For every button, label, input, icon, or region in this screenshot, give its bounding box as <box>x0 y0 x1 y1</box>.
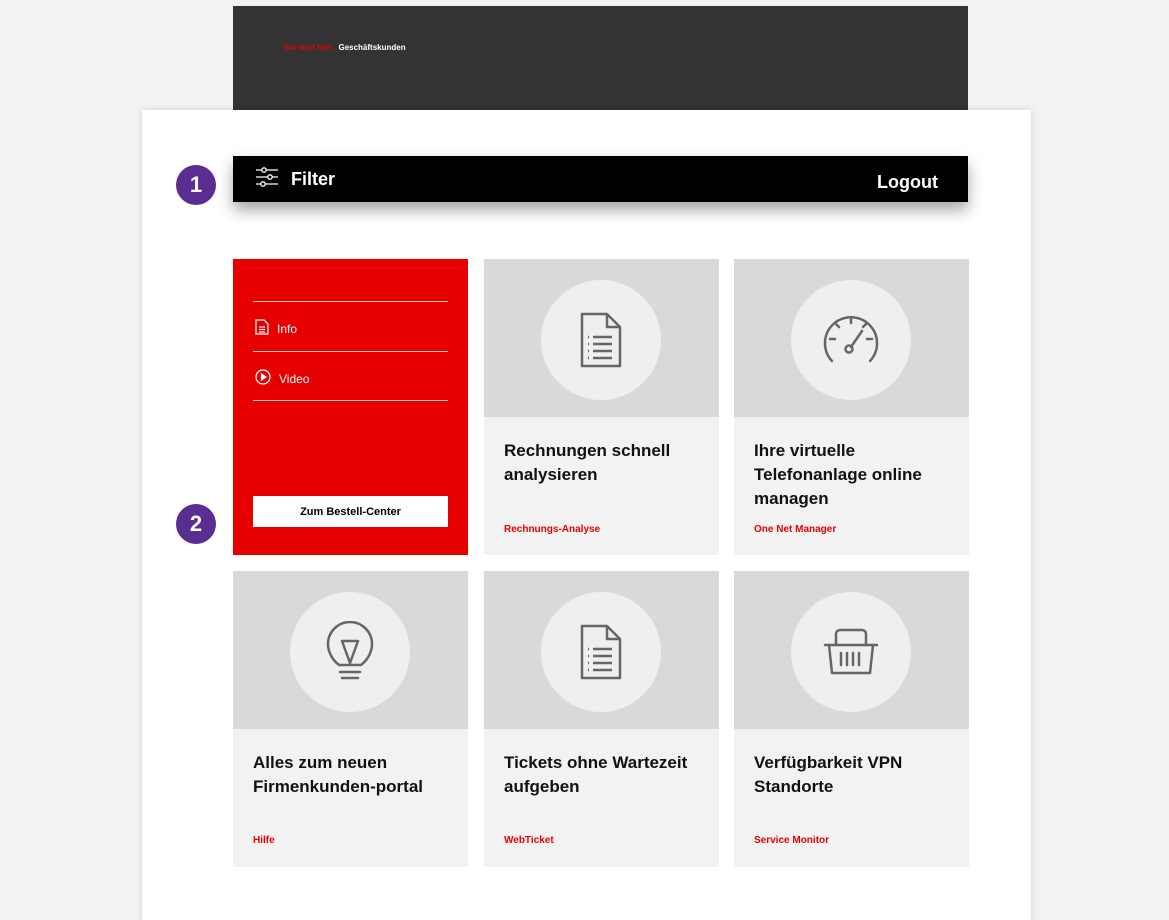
card-subtitle[interactable]: Hilfe <box>253 835 275 846</box>
logout-button[interactable]: Logout <box>877 172 938 193</box>
filter-button[interactable]: Filter <box>255 166 335 193</box>
breadcrumb-current[interactable]: Geschäftskunden <box>338 43 405 52</box>
card-title: Ihre virtuelle Telefonanlage online mana… <box>754 441 922 508</box>
card-portal-help[interactable]: Alles zum neuen Firmenkunden-portal Hilf… <box>233 571 468 867</box>
card-one-net-manager[interactable]: Ihre virtuelle Telefonanlage online mana… <box>734 259 969 555</box>
invoice-icon <box>541 280 661 400</box>
card-image-area <box>734 259 969 417</box>
card-image-area <box>233 571 468 729</box>
shopping-basket-icon <box>791 592 911 712</box>
card-subtitle[interactable]: Rechnungs-Analyse <box>504 524 600 535</box>
video-label: Video <box>279 371 310 386</box>
filter-label: Filter <box>291 169 336 189</box>
divider <box>253 351 448 352</box>
card-image-area <box>734 571 969 729</box>
ticket-document-icon <box>541 592 661 712</box>
step-badge-1: 1 <box>176 165 216 205</box>
divider <box>253 400 448 401</box>
card-subtitle[interactable]: WebTicket <box>504 835 554 846</box>
card-title: Tickets ohne Wartezeit aufgeben <box>504 753 688 796</box>
order-center-button[interactable]: Zum Bestell-Center <box>253 496 448 527</box>
speedometer-icon <box>791 280 911 400</box>
sliders-icon <box>255 166 279 193</box>
card-image-area <box>484 259 719 417</box>
card-subtitle[interactable]: Service Monitor <box>754 835 829 846</box>
breadcrumb: Sie sind hier: Geschäftskunden <box>284 43 406 52</box>
top-header: Sie sind hier: Geschäftskunden <box>233 6 968 110</box>
play-circle-icon <box>255 369 271 388</box>
card-title: Rechnungen schnell analysieren <box>504 441 671 484</box>
card-image-area <box>484 571 719 729</box>
document-icon <box>255 319 269 338</box>
divider <box>253 301 448 302</box>
card-invoice-analysis[interactable]: Rechnungen schnell analysieren Rechnungs… <box>484 259 719 555</box>
step-badge-2: 2 <box>176 504 216 544</box>
order-center-card: Info Video Zum Bestell-Center <box>233 259 468 555</box>
card-subtitle[interactable]: One Net Manager <box>754 524 836 535</box>
lightbulb-icon <box>290 592 410 712</box>
info-label: Info <box>277 321 298 336</box>
filter-bar: Filter Logout <box>233 156 968 202</box>
video-link[interactable]: Video <box>255 369 309 388</box>
card-title: Verfügbarkeit VPN Standorte <box>754 753 903 796</box>
card-service-monitor[interactable]: Verfügbarkeit VPN Standorte Service Moni… <box>734 571 969 867</box>
breadcrumb-prefix: Sie sind hier: <box>284 43 335 52</box>
card-title: Alles zum neuen Firmenkunden-portal <box>253 753 424 796</box>
card-webticket[interactable]: Tickets ohne Wartezeit aufgeben WebTicke… <box>484 571 719 867</box>
info-link[interactable]: Info <box>255 319 297 338</box>
